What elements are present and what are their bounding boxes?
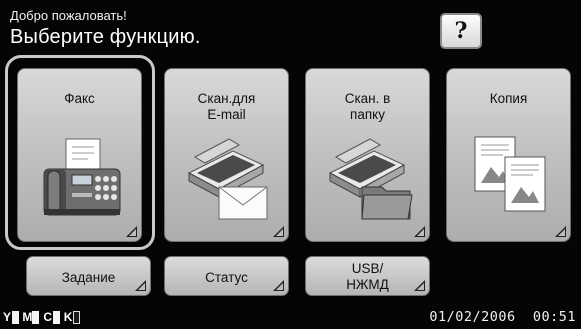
usb-hdd-button[interactable]: USB/ НЖМД [305,256,430,296]
toner-level-bar [32,311,40,324]
scan-to-folder-icon [328,138,413,220]
job-label: Задание [61,270,116,285]
toner-label: M [22,310,33,324]
corner-arrow-icon [414,226,425,237]
toner-label: Y [2,310,11,324]
copy-icon [474,136,546,212]
toner-indicator: Y M C K [2,310,81,325]
fax-label: Факс [64,91,95,106]
scan-to-folder-label: Скан. в папку [344,91,391,122]
toner-level-bar [73,311,81,324]
fax-button[interactable]: Факс [17,68,142,242]
scan-to-folder-button[interactable]: Скан. в папку [305,68,430,242]
welcome-text: Добро пожаловать! [10,8,127,23]
copy-button[interactable]: Копия [446,68,571,242]
toner-level-bar [52,311,60,324]
corner-arrow-icon [126,226,137,237]
fax-icon [43,138,121,216]
corner-arrow-icon [135,280,146,291]
corner-arrow-icon [414,280,425,291]
copy-label: Копия [489,91,528,106]
job-button[interactable]: Задание [26,256,151,296]
scan-to-email-icon [187,138,268,220]
usb-hdd-label: USB/ НЖМД [346,261,389,292]
help-button[interactable]: ? [440,13,482,49]
toner-label: K [63,310,73,324]
page-title: Выберите функцию. [10,26,201,48]
scan-to-email-label: Скан.для E-mail [197,91,256,122]
corner-arrow-icon [555,226,566,237]
toner-level-bar [12,311,19,324]
corner-arrow-icon [273,226,284,237]
corner-arrow-icon [273,280,284,291]
status-button[interactable]: Статус [164,256,289,296]
toner-label: C [43,310,53,324]
date-time: 01/02/2006 00:51 [429,309,576,325]
scan-to-email-button[interactable]: Скан.для E-mail [164,68,289,242]
status-label: Статус [205,270,248,285]
